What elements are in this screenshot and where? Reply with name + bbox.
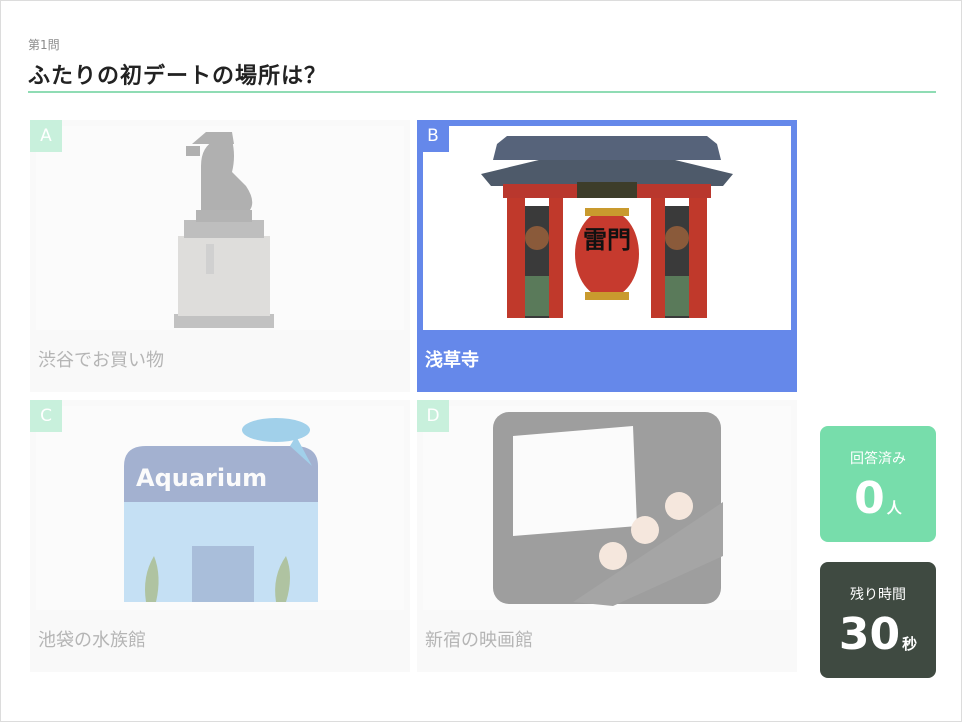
answered-unit: 人 [886, 499, 902, 517]
option-c-letter: C [30, 400, 62, 432]
question-title: ふたりの初デートの場所は？ [28, 64, 328, 89]
lantern-text: 雷門 [583, 226, 631, 254]
remaining-value-row: 30 秒 [820, 610, 936, 669]
option-a-label: 渋谷でお買い物 [38, 350, 164, 371]
remaining-title: 残り時間 [850, 587, 906, 603]
option-a-letter: A [30, 120, 62, 152]
remaining-value: 30 [838, 609, 901, 660]
option-a-card[interactable]: A 渋谷でお買い物 [30, 120, 410, 392]
kaminarimon-gate-icon: 雷門 [423, 126, 791, 330]
answered-title: 回答済み [850, 451, 906, 467]
question-number: 第1問 [28, 38, 60, 52]
remaining-time-panel: 残り時間 30 秒 [820, 562, 936, 678]
option-d-letter: D [417, 400, 449, 432]
option-d-label: 新宿の映画館 [425, 630, 533, 651]
answered-value: 0 [854, 473, 885, 524]
answered-value-row: 0人 [820, 474, 936, 533]
remaining-unit: 秒 [902, 635, 918, 653]
option-d-card[interactable]: D 新宿の映画館 [417, 400, 797, 672]
hachiko-statue-icon [36, 126, 404, 330]
aquarium-sign-text: Aquarium [136, 464, 267, 492]
title-divider [28, 91, 936, 93]
option-c-card[interactable]: C Aquarium 池袋の水族館 [30, 400, 410, 672]
answered-count-panel: 回答済み 0人 [820, 426, 936, 542]
option-b-card[interactable]: B 雷門 浅草寺 [417, 120, 797, 392]
option-b-letter: B [417, 120, 449, 152]
aquarium-icon: Aquarium [36, 406, 404, 610]
option-b-label: 浅草寺 [425, 350, 479, 371]
option-c-label: 池袋の水族館 [38, 630, 146, 651]
movie-theater-icon [423, 406, 791, 610]
